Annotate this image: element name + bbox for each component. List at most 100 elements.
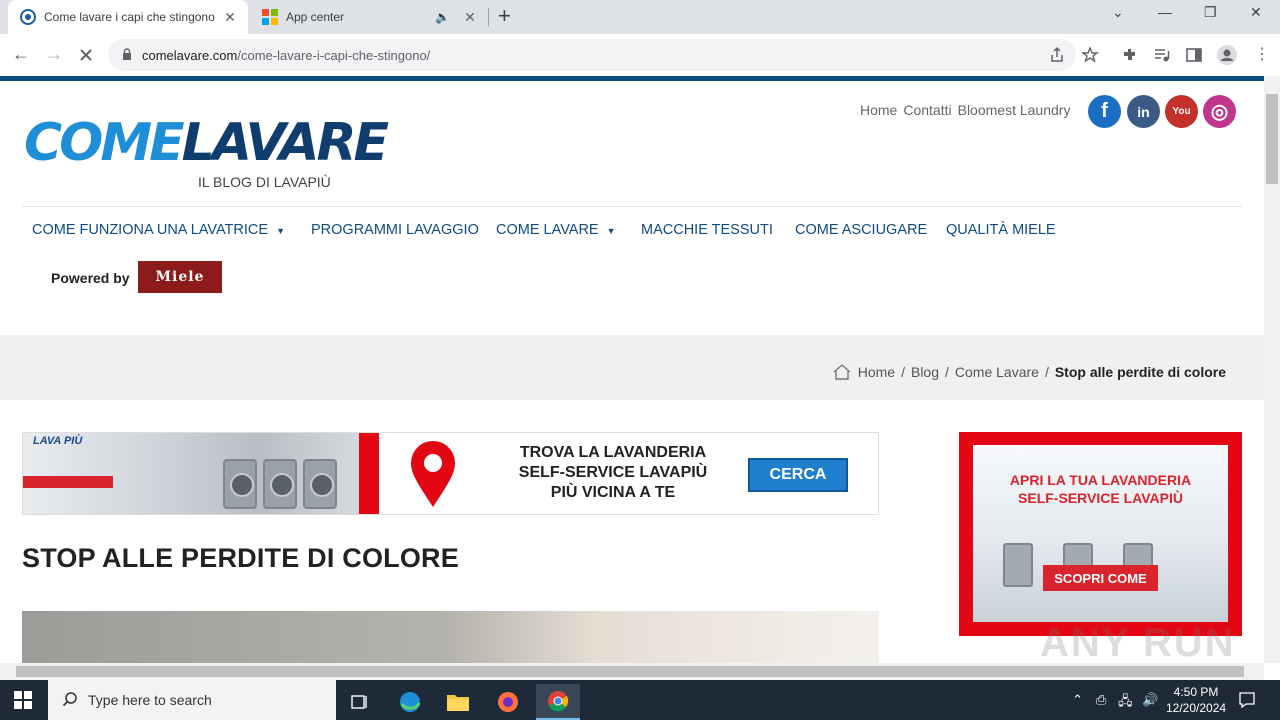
side-ad-line-1: APRI LA TUA LAVANDERIA: [1009, 472, 1192, 488]
taskbar-chrome[interactable]: [536, 684, 580, 720]
home-icon[interactable]: [832, 363, 852, 381]
logo-part-1: COME: [24, 113, 185, 173]
powered-by-label: Powered by: [51, 270, 130, 286]
scopri-come-button[interactable]: SCOPRI COME: [1043, 565, 1158, 591]
breadcrumb-separator: /: [901, 364, 905, 380]
edge-icon: [400, 692, 421, 712]
dropdown-caret-icon: ▼: [276, 226, 285, 236]
stop-loading-icon[interactable]: [77, 46, 95, 64]
taskbar-file-explorer[interactable]: [436, 684, 480, 720]
red-counter: [23, 476, 113, 488]
vertical-scroll-thumb[interactable]: [1266, 94, 1278, 184]
audio-icon[interactable]: 🔈: [435, 10, 450, 24]
share-icon[interactable]: [1048, 46, 1066, 64]
menu-qualita-miele[interactable]: QUALITÀ MIELE: [946, 222, 1056, 238]
url-domain: comelavare.com: [142, 48, 238, 63]
lock-icon[interactable]: [122, 48, 132, 60]
facebook-icon[interactable]: f: [1088, 95, 1121, 128]
site-logo[interactable]: COMELAVARE: [24, 117, 389, 169]
youtube-icon[interactable]: You: [1165, 95, 1198, 128]
tab-title: Come lavare i capi che stingono: [44, 10, 215, 24]
cerca-button[interactable]: CERCA: [748, 458, 848, 492]
network-icon[interactable]: 🖧: [1118, 692, 1133, 714]
menu-come-asciugare[interactable]: COME ASCIUGARE: [795, 222, 927, 238]
top-link-bloomest[interactable]: Bloomest Laundry: [958, 102, 1071, 118]
vertical-scrollbar[interactable]: [1264, 76, 1280, 663]
menu-macchie-tessuti[interactable]: MACCHIE TESSUTI: [641, 222, 773, 238]
taskbar-clock[interactable]: 4:50 PM 12/20/2024: [1166, 684, 1226, 716]
breadcrumb-come-lavare[interactable]: Come Lavare: [955, 364, 1039, 380]
browser-toolbar: ← → comelavare.com/come-lavare-i-capi-ch…: [0, 34, 1280, 76]
media-control-icon[interactable]: [1153, 46, 1171, 64]
banner-line-1: TROVA LA LAVANDERIA: [519, 444, 707, 461]
close-tab-icon[interactable]: ✕: [220, 9, 240, 26]
page-viewport: COMELAVARE IL BLOG DI LAVAPIÙ Home Conta…: [0, 81, 1264, 663]
horizontal-scrollbar[interactable]: [0, 663, 1264, 680]
menu-label: COME LAVARE: [496, 222, 599, 238]
linkedin-icon[interactable]: in: [1127, 95, 1160, 128]
top-link-home[interactable]: Home: [860, 102, 897, 118]
new-tab-button[interactable]: +: [498, 5, 511, 27]
side-ad-line-2: SELF-SERVICE LAVAPIÙ: [1018, 490, 1183, 506]
menu-divider: [22, 206, 1242, 207]
extensions-icon[interactable]: [1121, 46, 1139, 64]
banner-brand: LAVA PIÙ: [33, 435, 83, 447]
breadcrumb-bar: Home / Blog / Come Lavare / Stop alle pe…: [0, 335, 1264, 400]
instagram-icon[interactable]: ◎: [1203, 95, 1236, 128]
side-ad-text: APRI LA TUA LAVANDERIA SELF-SERVICE LAVA…: [973, 471, 1228, 507]
menu-programmi-lavaggio[interactable]: PROGRAMMI LAVAGGIO: [311, 222, 479, 238]
tab-active[interactable]: Come lavare i capi che stingono ✕: [8, 0, 248, 34]
tab-app-center[interactable]: App center 🔈 ✕: [250, 0, 488, 34]
url-path: /come-lavare-i-capi-che-stingono/: [237, 48, 431, 63]
top-link-contatti[interactable]: Contatti: [903, 102, 951, 118]
address-bar[interactable]: comelavare.com/come-lavare-i-capi-che-st…: [108, 39, 1099, 71]
site-tagline: IL BLOG DI LAVAPIÙ: [198, 174, 331, 190]
tray-overflow-chevron-icon[interactable]: ⌃: [1072, 692, 1083, 708]
taskbar-search[interactable]: Type here to search: [48, 680, 336, 720]
search-placeholder: Type here to search: [88, 692, 212, 708]
profile-avatar-icon[interactable]: [1216, 44, 1238, 66]
clock-date: 12/20/2024: [1166, 701, 1227, 715]
bookmark-star-icon[interactable]: [1081, 46, 1099, 64]
banner-text: TROVA LA LAVANDERIA SELF-SERVICE LAVAPIÙ…: [483, 443, 743, 503]
tab-search-chevron-icon[interactable]: ⌄: [1112, 4, 1124, 21]
dropdown-caret-icon: ▼: [606, 226, 616, 236]
horizontal-scroll-thumb[interactable]: [16, 666, 1244, 677]
washing-machine: [1003, 543, 1033, 587]
minimize-button[interactable]: —: [1158, 4, 1172, 20]
close-tab-icon[interactable]: ✕: [460, 9, 480, 26]
side-panel-icon[interactable]: [1185, 46, 1203, 64]
lavanderia-banner[interactable]: LAVA PIÙ TROVA LA LAVANDERIA SELF-SERVIC…: [22, 432, 879, 515]
breadcrumb-separator: /: [1044, 364, 1049, 380]
windows-start-icon[interactable]: [14, 691, 32, 709]
taskbar-edge[interactable]: [388, 684, 432, 720]
logo-part-2: LAVARE: [181, 113, 389, 173]
miele-logo[interactable]: Miele: [138, 261, 222, 293]
search-icon: [62, 692, 77, 707]
microsoft-icon: [262, 9, 278, 25]
url-text[interactable]: comelavare.com/come-lavare-i-capi-che-st…: [142, 48, 430, 63]
chrome-icon: [548, 691, 569, 712]
close-window-button[interactable]: ✕: [1250, 4, 1262, 21]
side-ad-image: APRI LA TUA LAVANDERIA SELF-SERVICE LAVA…: [973, 445, 1228, 622]
side-ad[interactable]: APRI LA TUA LAVANDERIA SELF-SERVICE LAVA…: [959, 432, 1242, 636]
tray-device-icon[interactable]: ⎙: [1096, 692, 1106, 708]
forward-button[interactable]: →: [45, 44, 63, 65]
back-button[interactable]: ←: [12, 44, 30, 65]
taskbar: Type here to search ⌃ ⎙ 🖧 🔊 4:50 PM 12/2…: [0, 680, 1280, 720]
menu-come-lavare[interactable]: COME LAVARE ▼: [496, 222, 616, 238]
menu-label: COME FUNZIONA UNA LAVATRICE: [32, 222, 269, 238]
notification-icon[interactable]: [1238, 691, 1256, 709]
chrome-menu-icon[interactable]: ⋮: [1254, 44, 1270, 64]
breadcrumb-home[interactable]: Home: [858, 364, 895, 380]
taskbar-firefox[interactable]: [486, 684, 530, 720]
restore-button[interactable]: ❐: [1204, 4, 1217, 21]
task-view-icon: [351, 695, 367, 709]
task-view-button[interactable]: [338, 684, 382, 720]
menu-come-funziona[interactable]: COME FUNZIONA UNA LAVATRICE ▼: [32, 222, 285, 238]
washing-machine: [263, 459, 297, 509]
volume-icon[interactable]: 🔊: [1142, 692, 1158, 708]
breadcrumb-separator: /: [945, 364, 949, 380]
breadcrumb-blog[interactable]: Blog: [911, 364, 939, 380]
tab-strip: Come lavare i capi che stingono ✕ App ce…: [0, 0, 1280, 34]
